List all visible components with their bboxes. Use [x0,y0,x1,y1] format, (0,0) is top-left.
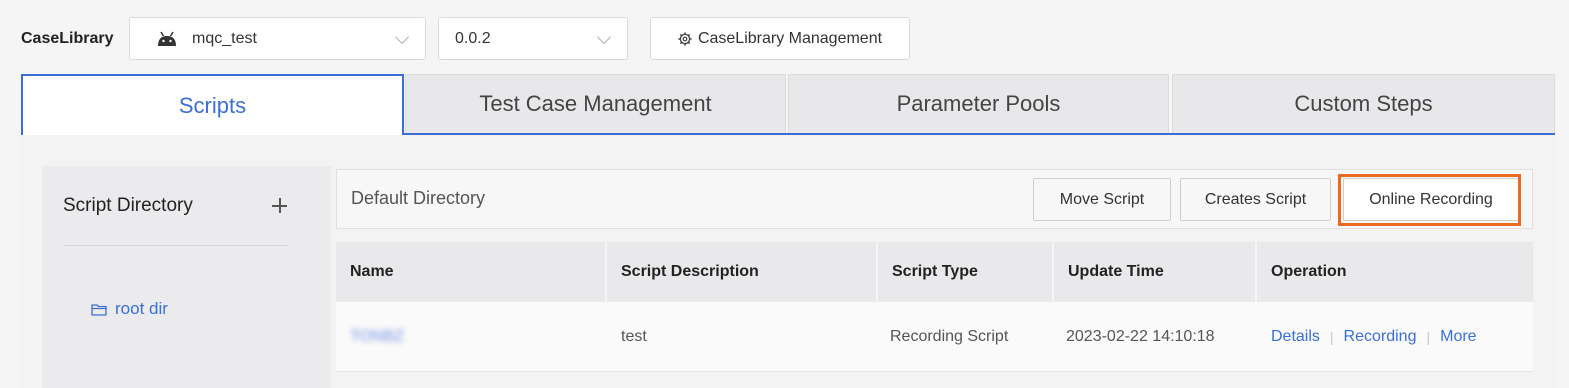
add-directory-icon[interactable] [271,196,289,214]
cell-operation: Details | Recording | More [1257,302,1533,372]
column-header-operation: Operation [1271,263,1347,280]
scripts-table: Name Script Description Script Type Upda… [336,242,1533,372]
script-directory-title: Script Directory [63,195,193,216]
case-library-management-button[interactable]: CaseLibrary Management [650,17,910,60]
content-panel: Script Directory root dir Default Direct… [21,135,1555,388]
android-icon [158,31,176,46]
cell-update-time: 2023-02-22 14:10:18 [1066,328,1215,345]
toolbar: CaseLibrary mqc_test 0.0.2 CaseLibrary M… [0,0,1569,74]
tab-bar: Scripts Test Case Management Parameter P… [21,74,1555,135]
case-library-management-label: CaseLibrary Management [697,29,883,47]
tab-test-case-management[interactable]: Test Case Management [405,74,786,134]
gear-icon [678,32,692,45]
directory-title: Default Directory [351,188,486,208]
column-header-name: Name [336,242,607,302]
app-select[interactable]: mqc_test [129,17,426,60]
more-link[interactable]: More [1440,328,1476,346]
column-header-type: Script Type [878,242,1054,302]
script-directory-sidebar: Script Directory root dir [42,166,331,388]
chevron-down-icon [596,29,612,45]
folder-icon [91,303,107,316]
cell-name: TONBZ [336,302,607,372]
separator: | [1329,329,1334,345]
version-select[interactable]: 0.0.2 [438,17,628,60]
tab-scripts[interactable]: Scripts [21,74,404,135]
column-header-description: Script Description [607,242,878,302]
details-link[interactable]: Details [1271,328,1320,346]
divider [63,245,289,246]
table-row: TONBZ test Recording Script 2023-02-22 1… [336,302,1533,372]
column-header-update-time: Update Time [1054,242,1257,302]
tab-parameter-pools[interactable]: Parameter Pools [788,74,1169,134]
cell-description: test [621,328,647,345]
move-script-button[interactable]: Move Script [1033,178,1171,221]
create-script-button[interactable]: Creates Script [1180,178,1331,221]
case-library-label: CaseLibrary [21,30,114,47]
tab-custom-steps[interactable]: Custom Steps [1172,74,1555,134]
version-select-value: 0.0.2 [455,30,491,47]
directory-header: Default Directory Move Script Creates Sc… [336,169,1533,229]
app-select-value: mqc_test [192,30,257,47]
chevron-down-icon [394,29,410,45]
operation-links: Details | Recording | More [1271,328,1477,346]
tree-item-root-dir[interactable]: root dir [91,299,168,319]
cell-type: Recording Script [890,328,1009,345]
online-recording-button[interactable]: Online Recording [1343,178,1519,221]
table-header: Name Script Description Script Type Upda… [336,242,1533,302]
recording-link[interactable]: Recording [1344,328,1417,346]
separator: | [1426,329,1431,345]
script-name-link[interactable]: TONBZ [350,328,404,346]
tree-item-label: root dir [115,299,168,318]
